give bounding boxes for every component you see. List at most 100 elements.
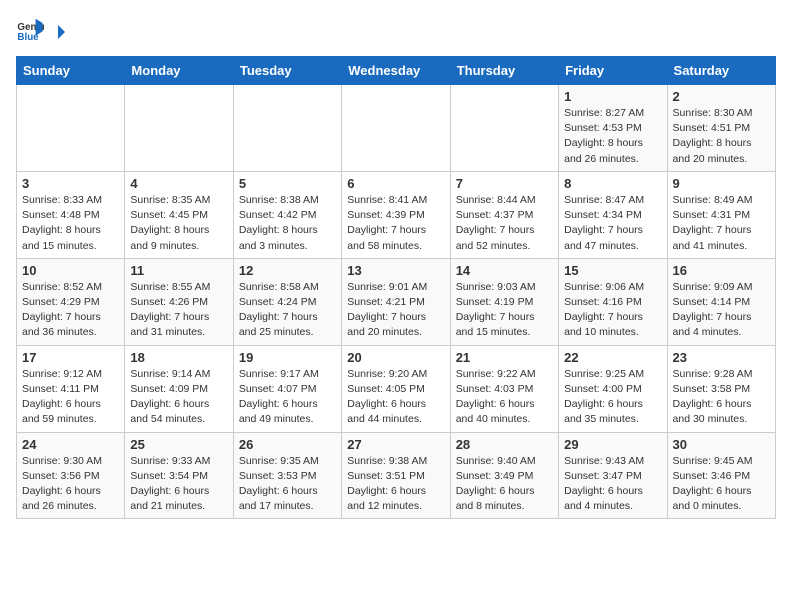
day-number: 21 <box>456 350 553 365</box>
calendar-cell: 3 Sunrise: 8:33 AM Sunset: 4:48 PM Daylig… <box>17 171 125 258</box>
calendar-cell: 4 Sunrise: 8:35 AM Sunset: 4:45 PM Daylig… <box>125 171 233 258</box>
day-info: Sunrise: 9:22 AM Sunset: 4:03 PM Dayligh… <box>456 367 553 428</box>
weekday-header-saturday: Saturday <box>667 57 775 85</box>
day-number: 4 <box>130 176 227 191</box>
calendar-cell: 28 Sunrise: 9:40 AM Sunset: 3:49 PM Dayli… <box>450 432 558 519</box>
calendar-cell: 29 Sunrise: 9:43 AM Sunset: 3:47 PM Dayli… <box>559 432 667 519</box>
day-number: 28 <box>456 437 553 452</box>
calendar-week-row: 10 Sunrise: 8:52 AM Sunset: 4:29 PM Dayli… <box>17 258 776 345</box>
day-info: Sunrise: 9:35 AM Sunset: 3:53 PM Dayligh… <box>239 454 336 515</box>
day-info: Sunrise: 8:38 AM Sunset: 4:42 PM Dayligh… <box>239 193 336 254</box>
calendar-cell: 16 Sunrise: 9:09 AM Sunset: 4:14 PM Dayli… <box>667 258 775 345</box>
calendar-cell: 22Sunrise: 9:25 AM Sunset: 4:00 PM Dayli… <box>559 345 667 432</box>
day-number: 5 <box>239 176 336 191</box>
day-number: 16 <box>673 263 770 278</box>
calendar-week-row: 24Sunrise: 9:30 AM Sunset: 3:56 PM Dayli… <box>17 432 776 519</box>
day-number: 19 <box>239 350 336 365</box>
calendar-cell <box>233 85 341 172</box>
weekday-header-monday: Monday <box>125 57 233 85</box>
calendar-cell: 26 Sunrise: 9:35 AM Sunset: 3:53 PM Dayli… <box>233 432 341 519</box>
day-info: Sunrise: 9:09 AM Sunset: 4:14 PM Dayligh… <box>673 280 770 341</box>
header: General Blue <box>16 16 776 44</box>
weekday-header-thursday: Thursday <box>450 57 558 85</box>
calendar-cell <box>17 85 125 172</box>
day-info: Sunrise: 8:30 AM Sunset: 4:51 PM Dayligh… <box>673 106 770 167</box>
calendar-cell: 13 Sunrise: 9:01 AM Sunset: 4:21 PM Dayli… <box>342 258 450 345</box>
day-number: 25 <box>130 437 227 452</box>
calendar-week-row: 3 Sunrise: 8:33 AM Sunset: 4:48 PM Daylig… <box>17 171 776 258</box>
day-number: 13 <box>347 263 444 278</box>
day-number: 26 <box>239 437 336 452</box>
day-number: 15 <box>564 263 661 278</box>
day-number: 30 <box>673 437 770 452</box>
day-info: Sunrise: 9:01 AM Sunset: 4:21 PM Dayligh… <box>347 280 444 341</box>
calendar-cell: 5 Sunrise: 8:38 AM Sunset: 4:42 PM Daylig… <box>233 171 341 258</box>
calendar-week-row: 1 Sunrise: 8:27 AM Sunset: 4:53 PM Daylig… <box>17 85 776 172</box>
day-number: 8 <box>564 176 661 191</box>
day-info: Sunrise: 8:33 AM Sunset: 4:48 PM Dayligh… <box>22 193 119 254</box>
weekday-header-sunday: Sunday <box>17 57 125 85</box>
calendar-cell: 18Sunrise: 9:14 AM Sunset: 4:09 PM Dayli… <box>125 345 233 432</box>
weekday-header-tuesday: Tuesday <box>233 57 341 85</box>
calendar-cell: 25 Sunrise: 9:33 AM Sunset: 3:54 PM Dayli… <box>125 432 233 519</box>
calendar-cell: 15 Sunrise: 9:06 AM Sunset: 4:16 PM Dayli… <box>559 258 667 345</box>
calendar-cell: 24Sunrise: 9:30 AM Sunset: 3:56 PM Dayli… <box>17 432 125 519</box>
calendar-cell: 10 Sunrise: 8:52 AM Sunset: 4:29 PM Dayli… <box>17 258 125 345</box>
day-info: Sunrise: 9:43 AM Sunset: 3:47 PM Dayligh… <box>564 454 661 515</box>
day-number: 23 <box>673 350 770 365</box>
day-info: Sunrise: 8:35 AM Sunset: 4:45 PM Dayligh… <box>130 193 227 254</box>
calendar-cell: 7 Sunrise: 8:44 AM Sunset: 4:37 PM Daylig… <box>450 171 558 258</box>
calendar-cell: 12 Sunrise: 8:58 AM Sunset: 4:24 PM Dayli… <box>233 258 341 345</box>
day-number: 17 <box>22 350 119 365</box>
day-number: 9 <box>673 176 770 191</box>
day-info: Sunrise: 9:40 AM Sunset: 3:49 PM Dayligh… <box>456 454 553 515</box>
calendar-cell <box>450 85 558 172</box>
day-info: Sunrise: 9:25 AM Sunset: 4:00 PM Dayligh… <box>564 367 661 428</box>
calendar-cell: 20 Sunrise: 9:20 AM Sunset: 4:05 PM Dayli… <box>342 345 450 432</box>
calendar-cell: 19Sunrise: 9:17 AM Sunset: 4:07 PM Dayli… <box>233 345 341 432</box>
day-info: Sunrise: 9:33 AM Sunset: 3:54 PM Dayligh… <box>130 454 227 515</box>
calendar-cell: 30Sunrise: 9:45 AM Sunset: 3:46 PM Dayli… <box>667 432 775 519</box>
calendar-cell: 23Sunrise: 9:28 AM Sunset: 3:58 PM Dayli… <box>667 345 775 432</box>
calendar-cell: 2 Sunrise: 8:30 AM Sunset: 4:51 PM Daylig… <box>667 85 775 172</box>
day-number: 11 <box>130 263 227 278</box>
calendar-cell: 14 Sunrise: 9:03 AM Sunset: 4:19 PM Dayli… <box>450 258 558 345</box>
day-info: Sunrise: 8:55 AM Sunset: 4:26 PM Dayligh… <box>130 280 227 341</box>
day-info: Sunrise: 9:03 AM Sunset: 4:19 PM Dayligh… <box>456 280 553 341</box>
calendar-cell <box>125 85 233 172</box>
weekday-header-wednesday: Wednesday <box>342 57 450 85</box>
day-info: Sunrise: 8:27 AM Sunset: 4:53 PM Dayligh… <box>564 106 661 167</box>
calendar-cell: 8 Sunrise: 8:47 AM Sunset: 4:34 PM Daylig… <box>559 171 667 258</box>
calendar-cell: 21 Sunrise: 9:22 AM Sunset: 4:03 PM Dayli… <box>450 345 558 432</box>
day-info: Sunrise: 9:06 AM Sunset: 4:16 PM Dayligh… <box>564 280 661 341</box>
day-info: Sunrise: 8:52 AM Sunset: 4:29 PM Dayligh… <box>22 280 119 341</box>
weekday-header-friday: Friday <box>559 57 667 85</box>
day-number: 14 <box>456 263 553 278</box>
day-info: Sunrise: 8:47 AM Sunset: 4:34 PM Dayligh… <box>564 193 661 254</box>
day-number: 6 <box>347 176 444 191</box>
day-info: Sunrise: 9:12 AM Sunset: 4:11 PM Dayligh… <box>22 367 119 428</box>
day-number: 18 <box>130 350 227 365</box>
day-number: 29 <box>564 437 661 452</box>
day-number: 7 <box>456 176 553 191</box>
calendar-cell: 11 Sunrise: 8:55 AM Sunset: 4:26 PM Dayli… <box>125 258 233 345</box>
day-number: 20 <box>347 350 444 365</box>
day-info: Sunrise: 8:41 AM Sunset: 4:39 PM Dayligh… <box>347 193 444 254</box>
calendar-cell <box>342 85 450 172</box>
day-info: Sunrise: 9:38 AM Sunset: 3:51 PM Dayligh… <box>347 454 444 515</box>
weekday-header-row: SundayMondayTuesdayWednesdayThursdayFrid… <box>17 57 776 85</box>
day-number: 2 <box>673 89 770 104</box>
day-info: Sunrise: 9:30 AM Sunset: 3:56 PM Dayligh… <box>22 454 119 515</box>
day-info: Sunrise: 9:20 AM Sunset: 4:05 PM Dayligh… <box>347 367 444 428</box>
svg-text:Blue: Blue <box>17 32 39 43</box>
logo: General Blue <box>16 16 67 44</box>
day-info: Sunrise: 8:58 AM Sunset: 4:24 PM Dayligh… <box>239 280 336 341</box>
day-number: 10 <box>22 263 119 278</box>
day-number: 3 <box>22 176 119 191</box>
day-info: Sunrise: 8:44 AM Sunset: 4:37 PM Dayligh… <box>456 193 553 254</box>
day-number: 12 <box>239 263 336 278</box>
calendar-cell: 9Sunrise: 8:49 AM Sunset: 4:31 PM Daylig… <box>667 171 775 258</box>
day-number: 27 <box>347 437 444 452</box>
calendar-week-row: 17 Sunrise: 9:12 AM Sunset: 4:11 PM Dayli… <box>17 345 776 432</box>
day-number: 1 <box>564 89 661 104</box>
